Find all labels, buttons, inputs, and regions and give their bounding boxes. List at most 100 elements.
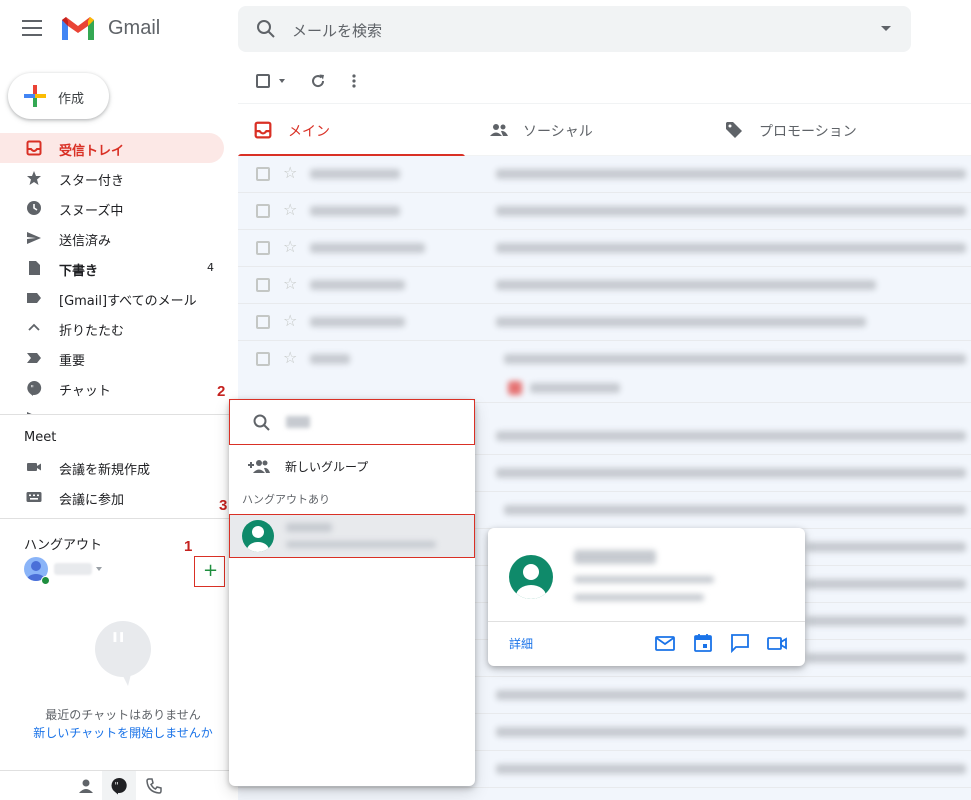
person-icon xyxy=(247,526,269,552)
sidebar-item-starred[interactable]: スター付き xyxy=(0,163,224,193)
sidebar-item-inbox[interactable]: 受信トレイ xyxy=(0,133,224,163)
star-icon[interactable]: ☆ xyxy=(283,348,297,367)
sidebar-item-chat[interactable]: " チャット xyxy=(0,373,224,403)
avatar xyxy=(242,520,274,552)
svg-text:": " xyxy=(30,384,34,393)
section-header: ハングアウトあり xyxy=(242,493,330,506)
row-checkbox[interactable] xyxy=(256,315,270,329)
star-icon[interactable]: ☆ xyxy=(283,200,297,219)
sidebar-item-all-mail[interactable]: [Gmail]すべてのメール xyxy=(0,283,224,313)
refresh-icon[interactable] xyxy=(309,72,327,90)
table-row[interactable]: ☆ xyxy=(238,341,971,403)
table-row[interactable]: ☆ xyxy=(238,304,971,341)
tab-promotions[interactable]: プロモーション xyxy=(709,104,936,156)
sidebar-item-label: スヌーズ中 xyxy=(59,204,124,219)
more-options-icon[interactable] xyxy=(350,72,358,90)
callout-1: 1 xyxy=(184,538,193,555)
chat-icon: " xyxy=(27,380,42,396)
sidebar-item-sent[interactable]: 送信済み xyxy=(0,223,224,253)
tab-label: プロモーション xyxy=(759,124,857,140)
label-icon xyxy=(27,293,41,303)
row-checkbox[interactable] xyxy=(256,352,270,366)
tab-social[interactable]: ソーシャル xyxy=(473,104,700,156)
app-name: Gmail xyxy=(108,17,161,39)
phone-icon[interactable] xyxy=(145,777,163,795)
mail-icon[interactable] xyxy=(654,632,676,654)
table-row[interactable]: ☆ xyxy=(238,156,971,193)
presence-indicator xyxy=(41,576,50,585)
message-icon[interactable] xyxy=(729,632,751,654)
user-name-blurred[interactable] xyxy=(54,563,92,575)
people-icon xyxy=(490,124,508,136)
table-row[interactable]: ☆ xyxy=(238,230,971,267)
new-conversation-popup: 新しいグループ ハングアウトあり xyxy=(229,399,475,786)
search-icon[interactable] xyxy=(256,19,276,39)
inbox-icon xyxy=(26,140,42,156)
new-group-button[interactable]: 新しいグループ xyxy=(229,451,475,481)
no-recent-chats-text: 最近のチャットはありません xyxy=(45,708,201,722)
sidebar-item-label: [Gmail]すべてのメール xyxy=(59,294,197,309)
sidebar-item-label: 受信トレイ xyxy=(59,144,125,159)
table-row[interactable]: ☆ xyxy=(238,193,971,230)
row-checkbox[interactable] xyxy=(256,204,270,218)
sidebar-item-snoozed[interactable]: スヌーズ中 xyxy=(0,193,224,223)
meet-new-meeting[interactable]: 会議を新規作成 xyxy=(0,453,238,481)
search-icon xyxy=(253,414,270,431)
sidebar-item-label: 送信済み xyxy=(59,234,112,249)
tag-icon xyxy=(726,122,742,138)
sidebar-item-important[interactable]: 重要 xyxy=(0,343,224,373)
status-dropdown-icon[interactable] xyxy=(96,567,102,571)
star-icon[interactable]: ☆ xyxy=(283,237,297,256)
card-email-blurred xyxy=(574,576,714,583)
search-input[interactable]: メールを検索 xyxy=(292,20,382,41)
star-icon[interactable]: ☆ xyxy=(283,274,297,293)
inbox-icon xyxy=(254,121,272,139)
search-options-icon[interactable] xyxy=(881,26,891,31)
select-all-checkbox[interactable] xyxy=(256,74,270,88)
contact-result[interactable] xyxy=(229,514,475,558)
video-call-icon[interactable] xyxy=(766,632,788,654)
contacts-icon[interactable] xyxy=(77,777,95,795)
sidebar-item-scheduled[interactable]: 予定 xyxy=(0,403,224,414)
compose-button[interactable]: 作成 xyxy=(8,73,109,119)
new-conversation-button[interactable]: + xyxy=(194,556,225,587)
calendar-icon[interactable] xyxy=(692,632,714,654)
search-bar[interactable]: メールを検索 xyxy=(238,6,911,52)
meet-join-meeting[interactable]: 会議に参加 xyxy=(0,483,238,511)
hangouts-title: ハングアウト xyxy=(24,538,103,553)
chevron-up-icon xyxy=(28,323,40,331)
sidebar-item-label: 重要 xyxy=(59,354,86,369)
drafts-count: 4 xyxy=(207,261,214,274)
row-checkbox[interactable] xyxy=(256,167,270,181)
sidebar-item-label: 下書き xyxy=(59,264,99,279)
row-checkbox[interactable] xyxy=(256,241,270,255)
hangouts-chat-icon[interactable]: " xyxy=(110,777,128,795)
tab-primary[interactable]: メイン xyxy=(238,104,465,157)
category-tabs: メイン ソーシャル プロモーション xyxy=(238,104,971,157)
table-row[interactable]: ☆ xyxy=(238,267,971,304)
sidebar-nav: 受信トレイ スター付き スヌーズ中 送信済み 下書き 4 [Gmail]すべての… xyxy=(0,133,238,414)
avatar xyxy=(509,555,553,599)
star-icon[interactable]: ☆ xyxy=(283,311,297,330)
sidebar-divider xyxy=(0,414,238,415)
contact-search-input[interactable] xyxy=(229,399,475,445)
select-options-icon[interactable] xyxy=(279,79,285,83)
sidebar-item-drafts[interactable]: 下書き 4 xyxy=(0,253,224,283)
callout-3: 3 xyxy=(219,497,228,514)
meet-title: Meet xyxy=(24,430,57,445)
keyboard-icon xyxy=(26,492,42,502)
row-checkbox[interactable] xyxy=(256,278,270,292)
start-new-chat-link[interactable]: 新しいチャットを開始しませんか xyxy=(0,724,246,741)
star-icon[interactable]: ☆ xyxy=(283,163,297,182)
gmail-logo-icon[interactable] xyxy=(60,14,96,42)
details-link[interactable]: 詳細 xyxy=(509,635,533,652)
add-group-icon xyxy=(248,460,270,473)
svg-text:": " xyxy=(115,782,119,792)
top-bar: Gmail メールを検索 xyxy=(0,0,971,58)
main-menu-icon[interactable] xyxy=(22,20,42,36)
contact-card: 詳細 xyxy=(488,528,805,666)
person-icon xyxy=(516,564,546,599)
plus-icon: + xyxy=(203,560,219,581)
sidebar-item-collapse[interactable]: 折りたたむ xyxy=(0,313,224,343)
star-icon xyxy=(27,171,41,185)
